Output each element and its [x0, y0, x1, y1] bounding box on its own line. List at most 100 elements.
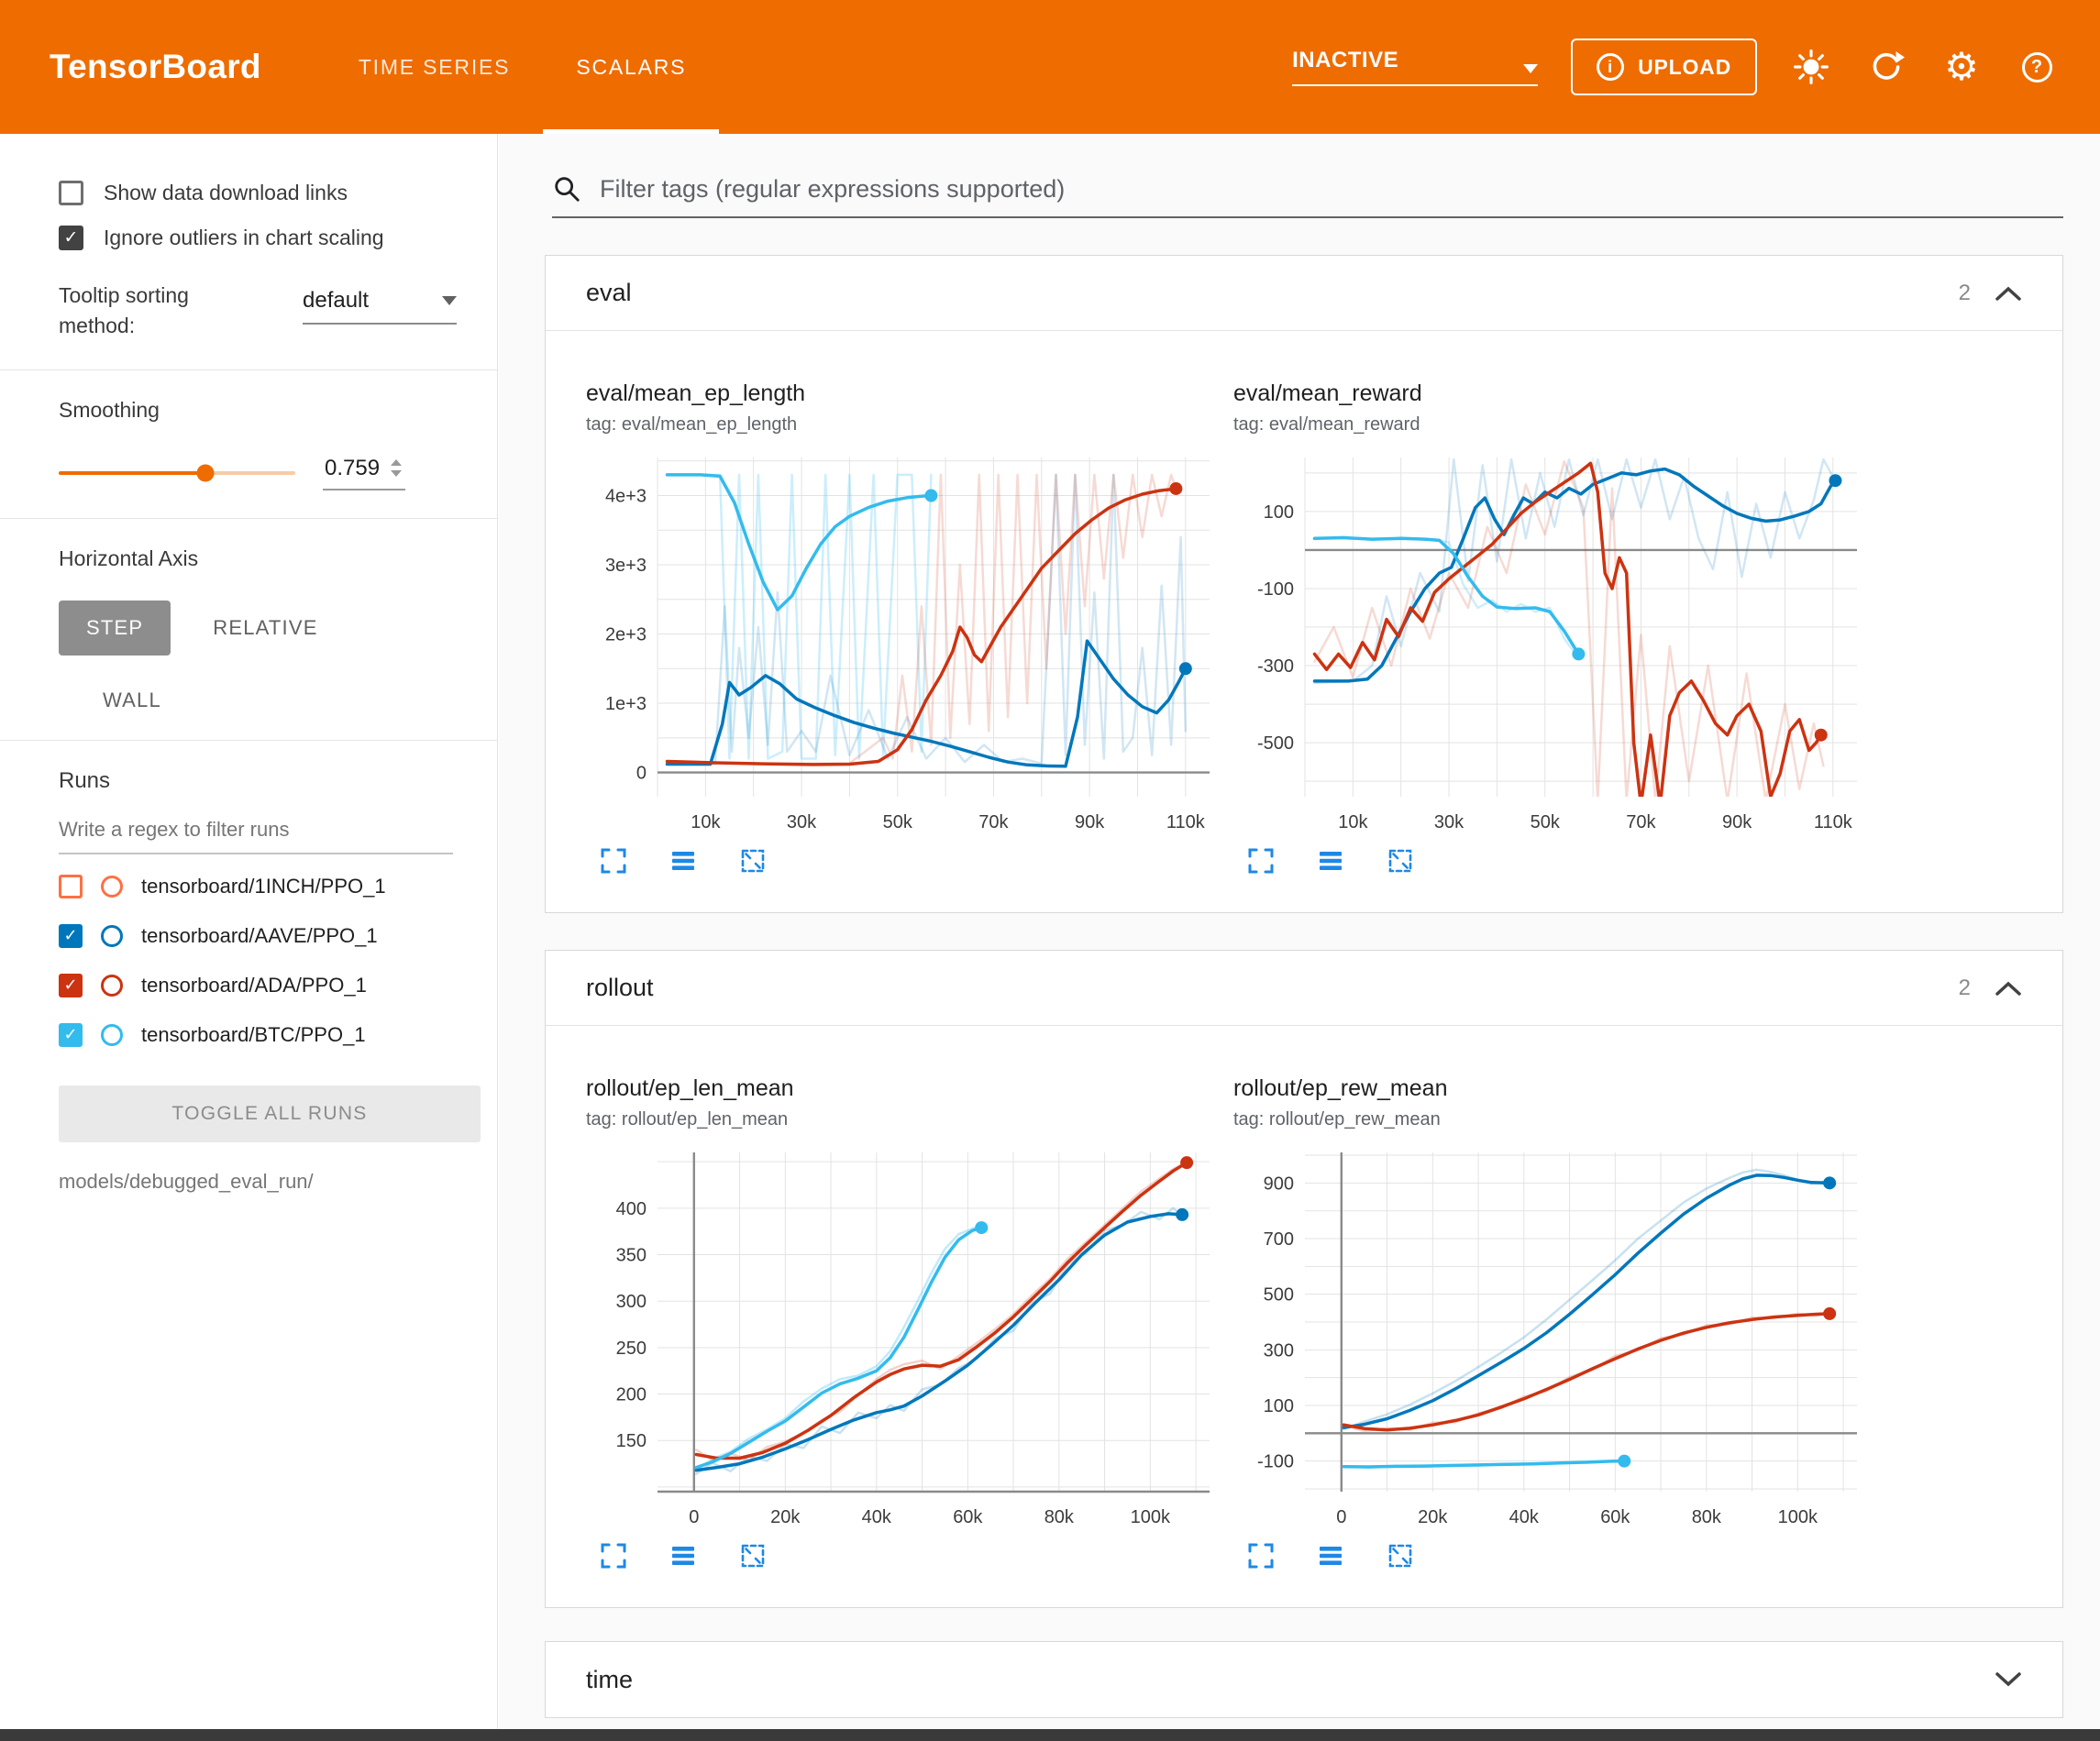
run-row-aave[interactable]: ✓ tensorboard/AAVE/PPO_1	[0, 911, 497, 961]
svg-text:-100: -100	[1257, 1452, 1294, 1472]
refresh-icon	[1868, 49, 1905, 85]
run-data-table-icon[interactable]	[1316, 1541, 1345, 1570]
chevron-down-icon	[442, 296, 457, 305]
svg-text:90k: 90k	[1075, 812, 1105, 832]
expand-section-icon[interactable]	[1995, 1671, 2022, 1688]
run-list: tensorboard/1INCH/PPO_1 ✓ tensorboard/AA…	[0, 862, 497, 1060]
run-color-radio[interactable]	[101, 876, 123, 898]
axis-wall-button[interactable]: WALL	[0, 656, 497, 712]
chart-title: eval/mean_ep_length	[586, 380, 1233, 407]
tooltip-sorting-select[interactable]: default	[303, 288, 457, 325]
chart-tag: tag: rollout/ep_rew_mean	[1233, 1109, 1881, 1130]
axis-step-button[interactable]: STEP	[59, 601, 171, 656]
fullscreen-chart-icon[interactable]	[1246, 846, 1276, 876]
help-icon: ?	[2022, 52, 2052, 83]
smoothing-stepper[interactable]	[391, 459, 402, 477]
section-title: rollout	[586, 974, 654, 1002]
svg-text:70k: 70k	[978, 812, 1009, 832]
show-download-links-label: Show data download links	[104, 181, 348, 205]
fit-domain-icon[interactable]	[738, 1541, 768, 1570]
runs-section-title: Runs	[0, 768, 497, 794]
step-down-icon[interactable]	[391, 470, 402, 477]
help-button[interactable]: ?	[2016, 46, 2058, 88]
collapse-section-icon[interactable]	[1995, 980, 2022, 997]
fit-domain-icon[interactable]	[1386, 1541, 1415, 1570]
svg-text:1e+3: 1e+3	[605, 694, 647, 714]
run-row-1inch[interactable]: tensorboard/1INCH/PPO_1	[0, 862, 497, 911]
chart-title: rollout/ep_len_mean	[586, 1075, 1233, 1102]
collapse-section-icon[interactable]	[1995, 285, 2022, 302]
svg-text:60k: 60k	[1600, 1507, 1630, 1527]
fit-domain-icon[interactable]	[1386, 846, 1415, 876]
svg-text:-500: -500	[1257, 733, 1294, 754]
chart-grid: eval/mean_ep_length tag: eval/mean_ep_le…	[546, 331, 2062, 912]
smoothing-value-input[interactable]: 0.759	[323, 456, 405, 490]
smoothing-row: 0.759	[0, 423, 497, 490]
svg-text:10k: 10k	[1338, 812, 1368, 832]
svg-text:100: 100	[1264, 1396, 1294, 1416]
chart-toolbar	[599, 1541, 1233, 1570]
show-download-links-checkbox[interactable]	[59, 181, 83, 205]
run-data-table-icon[interactable]	[669, 846, 698, 876]
section-header-rollout[interactable]: rollout 2	[546, 951, 2062, 1026]
chart-card-rollout-ep-rew-mean: rollout/ep_rew_mean tag: rollout/ep_rew_…	[1233, 1075, 1881, 1570]
main-tabs: TIME SERIES SCALARS	[326, 0, 719, 134]
chevron-down-icon	[1523, 64, 1538, 73]
runs-logdir-path: models/debugged_eval_run/	[0, 1142, 497, 1194]
run-checkbox[interactable]	[59, 875, 83, 898]
step-up-icon[interactable]	[391, 459, 402, 466]
settings-button[interactable]: ⚙	[1940, 46, 1983, 88]
ignore-outliers-checkbox[interactable]: ✓	[59, 226, 83, 250]
run-row-ada[interactable]: ✓ tensorboard/ADA/PPO_1	[0, 961, 497, 1010]
toggle-all-runs-button[interactable]: TOGGLE ALL RUNS	[59, 1085, 481, 1142]
chart-toolbar	[1246, 1541, 1881, 1570]
svg-text:70k: 70k	[1626, 812, 1656, 832]
chart-grid: rollout/ep_len_mean tag: rollout/ep_len_…	[546, 1026, 2062, 1607]
run-data-table-icon[interactable]	[669, 1541, 698, 1570]
svg-text:80k: 80k	[1692, 1507, 1722, 1527]
status-dropdown[interactable]: INACTIVE	[1292, 48, 1538, 86]
section-chart-count: 2	[1959, 281, 1971, 306]
section-title: time	[586, 1666, 633, 1694]
show-download-links-row[interactable]: Show data download links	[0, 171, 497, 215]
scalar-plot[interactable]: 020k40k60k80k100k-100100300500700900	[1233, 1140, 1881, 1534]
run-color-radio[interactable]	[101, 1024, 123, 1046]
svg-text:20k: 20k	[770, 1507, 801, 1527]
run-checkbox[interactable]: ✓	[59, 1023, 83, 1047]
run-color-radio[interactable]	[101, 975, 123, 997]
brightness-toggle-button[interactable]	[1790, 46, 1832, 88]
refresh-button[interactable]	[1865, 46, 1907, 88]
tag-filter-input[interactable]	[600, 175, 2063, 204]
smoothing-slider-knob[interactable]	[196, 464, 214, 481]
run-checkbox[interactable]: ✓	[59, 974, 83, 997]
scalar-plot[interactable]: 10k30k50k70k90k110k100-100-300-500	[1233, 445, 1881, 839]
fullscreen-chart-icon[interactable]	[1246, 1541, 1276, 1570]
section-card-eval: eval 2 eval/mean_ep_length tag: eval/mea…	[545, 255, 2063, 913]
runs-filter-input[interactable]	[59, 818, 453, 854]
chart-tag: tag: rollout/ep_len_mean	[586, 1109, 1233, 1130]
smoothing-slider[interactable]	[59, 471, 295, 475]
svg-text:30k: 30k	[1434, 812, 1464, 832]
section-header-time[interactable]: time	[546, 1642, 2062, 1717]
axis-relative-button[interactable]: RELATIVE	[213, 616, 317, 640]
fit-domain-icon[interactable]	[738, 846, 768, 876]
scalar-plot[interactable]: 10k30k50k70k90k110k01e+32e+33e+34e+3	[586, 445, 1233, 839]
info-icon: i	[1597, 53, 1624, 81]
run-checkbox[interactable]: ✓	[59, 924, 83, 948]
search-icon	[552, 174, 581, 204]
svg-text:0: 0	[689, 1507, 699, 1527]
upload-button[interactable]: i UPLOAD	[1571, 39, 1757, 95]
svg-text:300: 300	[1264, 1340, 1294, 1361]
ignore-outliers-row[interactable]: ✓ Ignore outliers in chart scaling	[0, 215, 497, 260]
scalar-plot[interactable]: 020k40k60k80k100k150200250300350400	[586, 1140, 1233, 1534]
tab-scalars[interactable]: SCALARS	[543, 0, 719, 134]
svg-text:2e+3: 2e+3	[605, 625, 647, 645]
run-row-btc[interactable]: ✓ tensorboard/BTC/PPO_1	[0, 1010, 497, 1060]
tab-time-series[interactable]: TIME SERIES	[326, 0, 544, 134]
run-data-table-icon[interactable]	[1316, 846, 1345, 876]
fullscreen-chart-icon[interactable]	[599, 1541, 628, 1570]
fullscreen-chart-icon[interactable]	[599, 846, 628, 876]
svg-text:3e+3: 3e+3	[605, 556, 647, 576]
run-color-radio[interactable]	[101, 925, 123, 947]
section-header-eval[interactable]: eval 2	[546, 256, 2062, 331]
